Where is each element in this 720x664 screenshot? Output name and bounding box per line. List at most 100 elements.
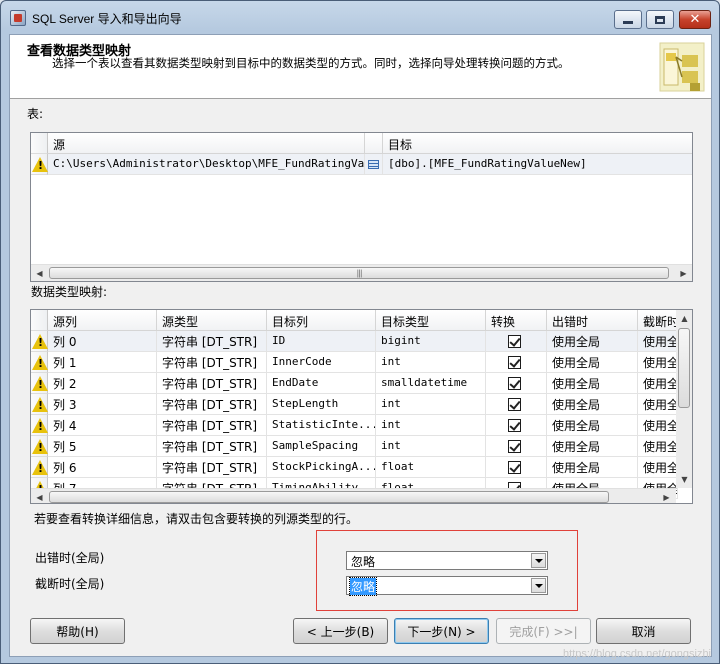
on-error-global-select[interactable]: 忽略 — [346, 551, 548, 570]
col-source-type[interactable]: 源类型 — [157, 310, 267, 331]
tables-grid[interactable]: 源 目标 C:\Users\Administrator\Desktop\MFE_… — [30, 132, 693, 282]
convert-cell[interactable] — [486, 436, 547, 457]
on-error-cell[interactable]: 使用全局 — [547, 457, 638, 478]
convert-checkbox[interactable] — [508, 335, 521, 348]
on-error-cell[interactable]: 使用全局 — [547, 331, 638, 352]
on-error-cell[interactable]: 使用全局 — [547, 352, 638, 373]
mapping-row-header[interactable] — [31, 352, 48, 373]
tables-edit-mapping-cell[interactable] — [365, 154, 383, 175]
scroll-up-icon[interactable]: ▲ — [676, 310, 692, 327]
mapping-row-header[interactable] — [31, 457, 48, 478]
dest-type-cell[interactable]: bigint — [376, 331, 486, 352]
back-button[interactable]: < 上一步(B) — [293, 618, 388, 644]
scroll-right-icon[interactable]: ▶ — [658, 489, 675, 503]
col-convert[interactable]: 转换 — [486, 310, 547, 331]
mapping-vscroll-thumb[interactable] — [678, 328, 690, 408]
source-column-cell[interactable]: 列 1 — [48, 352, 157, 373]
source-type-cell[interactable]: 字符串 [DT_STR] — [157, 457, 267, 478]
convert-cell[interactable] — [486, 394, 547, 415]
maximize-button[interactable] — [646, 10, 674, 29]
mapping-hscroll-thumb[interactable] — [49, 491, 609, 503]
chevron-down-icon[interactable] — [531, 553, 546, 568]
mapping-grid[interactable]: 源列 源类型 目标列 目标类型 转换 出错时 截断时 列 0字符串 [DT_ST… — [30, 309, 693, 504]
source-type-cell[interactable]: 字符串 [DT_STR] — [157, 436, 267, 457]
help-button[interactable]: 帮助(H) — [30, 618, 125, 644]
mapping-vscrollbar[interactable]: ▲ ▼ — [676, 310, 692, 488]
dest-column-cell[interactable]: StatisticInte... — [267, 415, 376, 436]
close-button[interactable]: ✕ — [679, 10, 711, 29]
convert-checkbox[interactable] — [508, 356, 521, 369]
dest-type-cell[interactable]: smalldatetime — [376, 373, 486, 394]
on-truncate-cell[interactable]: 使用全局 — [638, 352, 678, 373]
convert-cell[interactable] — [486, 373, 547, 394]
col-on-truncate[interactable]: 截断时 — [638, 310, 678, 331]
source-type-cell[interactable]: 字符串 [DT_STR] — [157, 415, 267, 436]
on-error-cell[interactable]: 使用全局 — [547, 373, 638, 394]
convert-checkbox[interactable] — [508, 440, 521, 453]
mapping-row-header[interactable] — [31, 331, 48, 352]
cancel-button[interactable]: 取消 — [596, 618, 691, 644]
dest-column-cell[interactable]: InnerCode — [267, 352, 376, 373]
col-on-error[interactable]: 出错时 — [547, 310, 638, 331]
convert-checkbox[interactable] — [508, 419, 521, 432]
dest-column-cell[interactable]: EndDate — [267, 373, 376, 394]
title-bar[interactable]: SQL Server 导入和导出向导 ✕ — [1, 1, 719, 35]
next-button[interactable]: 下一步(N) > — [394, 618, 489, 644]
tables-destination-cell[interactable]: [dbo].[MFE_FundRatingValueNew] — [383, 154, 692, 175]
tables-source-cell[interactable]: C:\Users\Administrator\Desktop\MFE_FundR… — [48, 154, 365, 175]
source-column-cell[interactable]: 列 4 — [48, 415, 157, 436]
on-truncate-cell[interactable]: 使用全局 — [638, 394, 678, 415]
mapping-row-header[interactable] — [31, 373, 48, 394]
dest-column-cell[interactable]: SampleSpacing — [267, 436, 376, 457]
convert-checkbox[interactable] — [508, 398, 521, 411]
dest-type-cell[interactable]: int — [376, 394, 486, 415]
on-truncate-cell[interactable]: 使用全局 — [638, 415, 678, 436]
mapping-row-header[interactable] — [31, 394, 48, 415]
col-dest-column[interactable]: 目标列 — [267, 310, 376, 331]
scroll-right-icon[interactable]: ▶ — [675, 265, 692, 281]
source-column-cell[interactable]: 列 3 — [48, 394, 157, 415]
source-type-cell[interactable]: 字符串 [DT_STR] — [157, 331, 267, 352]
mapping-row-header[interactable] — [31, 415, 48, 436]
scroll-down-icon[interactable]: ▼ — [676, 471, 692, 488]
source-column-cell[interactable]: 列 5 — [48, 436, 157, 457]
source-type-cell[interactable]: 字符串 [DT_STR] — [157, 394, 267, 415]
tables-hscroll-thumb[interactable]: ||| — [49, 267, 669, 279]
on-truncate-cell[interactable]: 使用全局 — [638, 457, 678, 478]
tables-hscrollbar[interactable]: ◀ ||| ▶ — [31, 264, 692, 281]
on-truncate-cell[interactable]: 使用全局 — [638, 331, 678, 352]
dest-type-cell[interactable]: int — [376, 415, 486, 436]
mapping-row-header[interactable] — [31, 436, 48, 457]
dest-type-cell[interactable]: int — [376, 436, 486, 457]
tables-col-source[interactable]: 源 — [48, 133, 365, 154]
on-truncate-global-select[interactable]: 忽略 — [346, 576, 548, 596]
on-truncate-cell[interactable]: 使用全局 — [638, 436, 678, 457]
convert-cell[interactable] — [486, 352, 547, 373]
convert-cell[interactable] — [486, 415, 547, 436]
scroll-left-icon[interactable]: ◀ — [31, 489, 48, 503]
dest-column-cell[interactable]: StepLength — [267, 394, 376, 415]
col-source-column[interactable]: 源列 — [48, 310, 157, 331]
tables-col-destination[interactable]: 目标 — [383, 133, 692, 154]
tables-row-header[interactable] — [31, 154, 48, 175]
convert-cell[interactable] — [486, 457, 547, 478]
dest-column-cell[interactable]: StockPickingA... — [267, 457, 376, 478]
dest-type-cell[interactable]: int — [376, 352, 486, 373]
minimize-button[interactable] — [614, 10, 642, 29]
on-error-cell[interactable]: 使用全局 — [547, 394, 638, 415]
convert-checkbox[interactable] — [508, 377, 521, 390]
source-column-cell[interactable]: 列 2 — [48, 373, 157, 394]
convert-cell[interactable] — [486, 331, 547, 352]
source-type-cell[interactable]: 字符串 [DT_STR] — [157, 352, 267, 373]
col-dest-type[interactable]: 目标类型 — [376, 310, 486, 331]
source-column-cell[interactable]: 列 6 — [48, 457, 157, 478]
on-error-cell[interactable]: 使用全局 — [547, 415, 638, 436]
scroll-left-icon[interactable]: ◀ — [31, 265, 48, 281]
on-error-cell[interactable]: 使用全局 — [547, 436, 638, 457]
mapping-hscrollbar[interactable]: ◀ ▶ — [31, 488, 676, 503]
dest-column-cell[interactable]: ID — [267, 331, 376, 352]
source-type-cell[interactable]: 字符串 [DT_STR] — [157, 373, 267, 394]
dest-type-cell[interactable]: float — [376, 457, 486, 478]
chevron-down-icon[interactable] — [531, 578, 546, 593]
source-column-cell[interactable]: 列 0 — [48, 331, 157, 352]
